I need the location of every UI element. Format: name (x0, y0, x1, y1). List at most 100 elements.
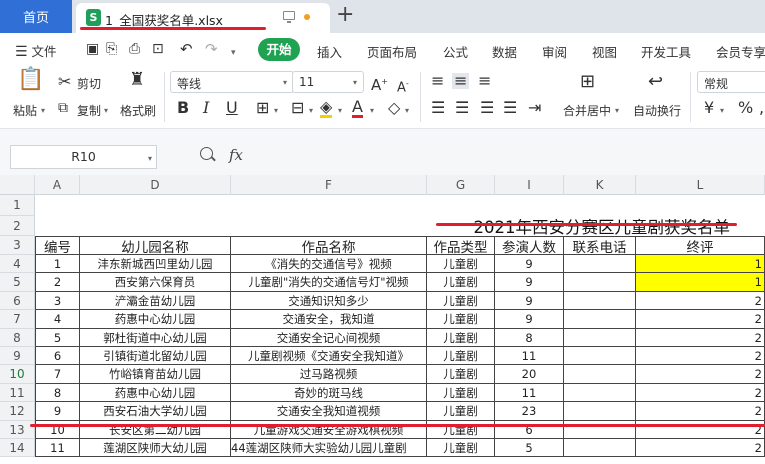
cell-phone[interactable] (564, 402, 636, 421)
cell-cast[interactable]: 11 (495, 384, 564, 402)
cell-work[interactable]: 奇妙的斑马线 (231, 384, 427, 402)
underline-icon[interactable]: U (226, 100, 238, 116)
header-cell-final[interactable]: 终评 (636, 236, 765, 255)
header-cell-type[interactable]: 作品类型 (427, 236, 495, 255)
menu-member[interactable]: 会员专享 (716, 42, 765, 61)
new-tab-button[interactable]: + (336, 2, 354, 28)
cell-id[interactable]: 1 (35, 255, 80, 273)
cell-work[interactable]: 44莲湖区陕师大实验幼儿园儿童剧 (231, 439, 427, 457)
align-right-icon[interactable]: ☰ (480, 100, 494, 116)
name-box[interactable]: R10 (10, 145, 157, 169)
cell-phone[interactable] (564, 384, 636, 402)
column-header-k[interactable]: K (564, 175, 636, 195)
header-cell-work[interactable]: 作品名称 (231, 236, 427, 255)
indent-icon[interactable]: ⇥ (528, 100, 541, 116)
menu-file[interactable]: ☰ 文件 (15, 41, 57, 60)
cell-work[interactable]: 过马路视频 (231, 365, 427, 384)
cell-phone[interactable] (564, 310, 636, 329)
cell-type[interactable]: 儿童剧 (427, 439, 495, 457)
header-cell-cast[interactable]: 参演人数 (495, 236, 564, 255)
cell-type[interactable]: 儿童剧 (427, 310, 495, 329)
cell-type[interactable]: 儿童剧 (427, 365, 495, 384)
cell-final[interactable]: 2 (636, 347, 765, 365)
cell-type[interactable]: 儿童剧 (427, 329, 495, 347)
cell-final[interactable]: 1 (636, 255, 765, 273)
save-icon[interactable]: ▣ (86, 41, 99, 57)
cell-final[interactable]: 2 (636, 292, 765, 310)
cell-id[interactable]: 5 (35, 329, 80, 347)
row-header[interactable]: 4 (0, 255, 35, 273)
row-header[interactable]: 12 (0, 402, 35, 421)
menu-page-layout[interactable]: 页面布局 (367, 42, 417, 61)
cell-id[interactable]: 9 (35, 402, 80, 421)
cell-type[interactable]: 儿童剧 (427, 255, 495, 273)
row-header[interactable]: 8 (0, 329, 35, 347)
cell-kindergarten[interactable]: 浐灞金苗幼儿园 (80, 292, 231, 310)
number-format-select[interactable]: 常规 (697, 71, 765, 93)
fill-color-icon[interactable]: ◈ (320, 99, 333, 118)
quick-access-more-icon[interactable]: ▾ (231, 45, 236, 61)
font-color-icon[interactable]: A (352, 99, 363, 118)
increase-font-icon[interactable]: A+ (371, 74, 388, 93)
borders-icon[interactable]: ⊞ (256, 100, 269, 116)
cell-final[interactable]: 2 (636, 384, 765, 402)
menu-formulas[interactable]: 公式 (443, 42, 468, 61)
cell-kindergarten[interactable]: 郭杜街道中心幼儿园 (80, 329, 231, 347)
cell-work[interactable]: 交通安全我知道视频 (231, 402, 427, 421)
column-header-a[interactable]: A (35, 175, 80, 195)
cell-id[interactable]: 11 (35, 439, 80, 457)
cell-final[interactable]: 2 (636, 439, 765, 457)
paste-icon[interactable]: 📋 (17, 69, 44, 91)
cell-final[interactable]: 2 (636, 310, 765, 329)
print-preview-icon[interactable]: ⊡ (152, 41, 164, 57)
copy-icon[interactable]: ⧉ (58, 100, 68, 116)
row-header[interactable]: 2 (0, 216, 35, 236)
row-header[interactable]: 10 (0, 365, 35, 384)
cell-id[interactable]: 3 (35, 292, 80, 310)
decrease-font-icon[interactable]: A- (397, 76, 409, 96)
menu-start[interactable]: 开始 (258, 38, 300, 61)
scissors-icon[interactable]: ✂ (58, 74, 71, 90)
cell-phone[interactable] (564, 329, 636, 347)
cell-kindergarten[interactable]: 西安第六保育员 (80, 273, 231, 292)
header-cell-id[interactable]: 编号 (35, 236, 80, 255)
align-center-icon[interactable]: ☰ (455, 100, 469, 116)
cell-phone[interactable] (564, 292, 636, 310)
merge-cells-icon[interactable]: ⊞ (580, 73, 595, 91)
align-bottom-icon[interactable]: ≡ (478, 73, 491, 89)
cell-phone[interactable] (564, 273, 636, 292)
percent-icon[interactable]: % (738, 100, 753, 116)
cell-work[interactable]: 交通知识知多少 (231, 292, 427, 310)
bold-icon[interactable]: B (177, 100, 189, 116)
cell-kindergarten[interactable]: 竹峪镇育苗幼儿园 (80, 365, 231, 384)
italic-icon[interactable]: I (203, 100, 209, 116)
cell-id[interactable]: 7 (35, 365, 80, 384)
cell-work[interactable]: 《消失的交通信号》视频 (231, 255, 427, 273)
cell-kindergarten[interactable]: 药惠中心幼儿园 (80, 310, 231, 329)
justify-icon[interactable]: ☰ (503, 100, 517, 116)
comma-style-icon[interactable]: , (759, 100, 764, 116)
undo-icon[interactable]: ↶ (180, 41, 193, 57)
font-name-select[interactable]: 等线 ▾ (170, 71, 294, 93)
merge-center-button[interactable]: 合并居中 (563, 102, 611, 119)
cell-kindergarten[interactable]: 药惠中心幼儿园 (80, 384, 231, 402)
menu-view[interactable]: 视图 (592, 42, 617, 61)
menu-developer[interactable]: 开发工具 (641, 42, 691, 61)
cell-phone[interactable] (564, 255, 636, 273)
column-header-l[interactable]: L (636, 175, 765, 195)
row-header[interactable]: 6 (0, 292, 35, 310)
cell-work[interactable]: 儿童剧视频《交通安全我知道》 (231, 347, 427, 365)
cell-work[interactable]: 交通安全记心间视频 (231, 329, 427, 347)
cell-id[interactable]: 2 (35, 273, 80, 292)
align-top-icon[interactable]: ≡ (431, 73, 444, 89)
formula-input[interactable] (256, 145, 765, 169)
cell-cast[interactable]: 9 (495, 292, 564, 310)
cell-cast[interactable]: 9 (495, 310, 564, 329)
align-middle-icon[interactable]: ≡ (452, 73, 470, 89)
cell-id[interactable]: 6 (35, 347, 80, 365)
row-header[interactable]: 14 (0, 439, 35, 457)
zoom-icon[interactable] (200, 147, 213, 160)
cell-kindergarten[interactable]: 沣东新城西凹里幼儿园 (80, 255, 231, 273)
redo-icon[interactable]: ↷ (205, 41, 218, 57)
row-header[interactable]: 5 (0, 273, 35, 292)
